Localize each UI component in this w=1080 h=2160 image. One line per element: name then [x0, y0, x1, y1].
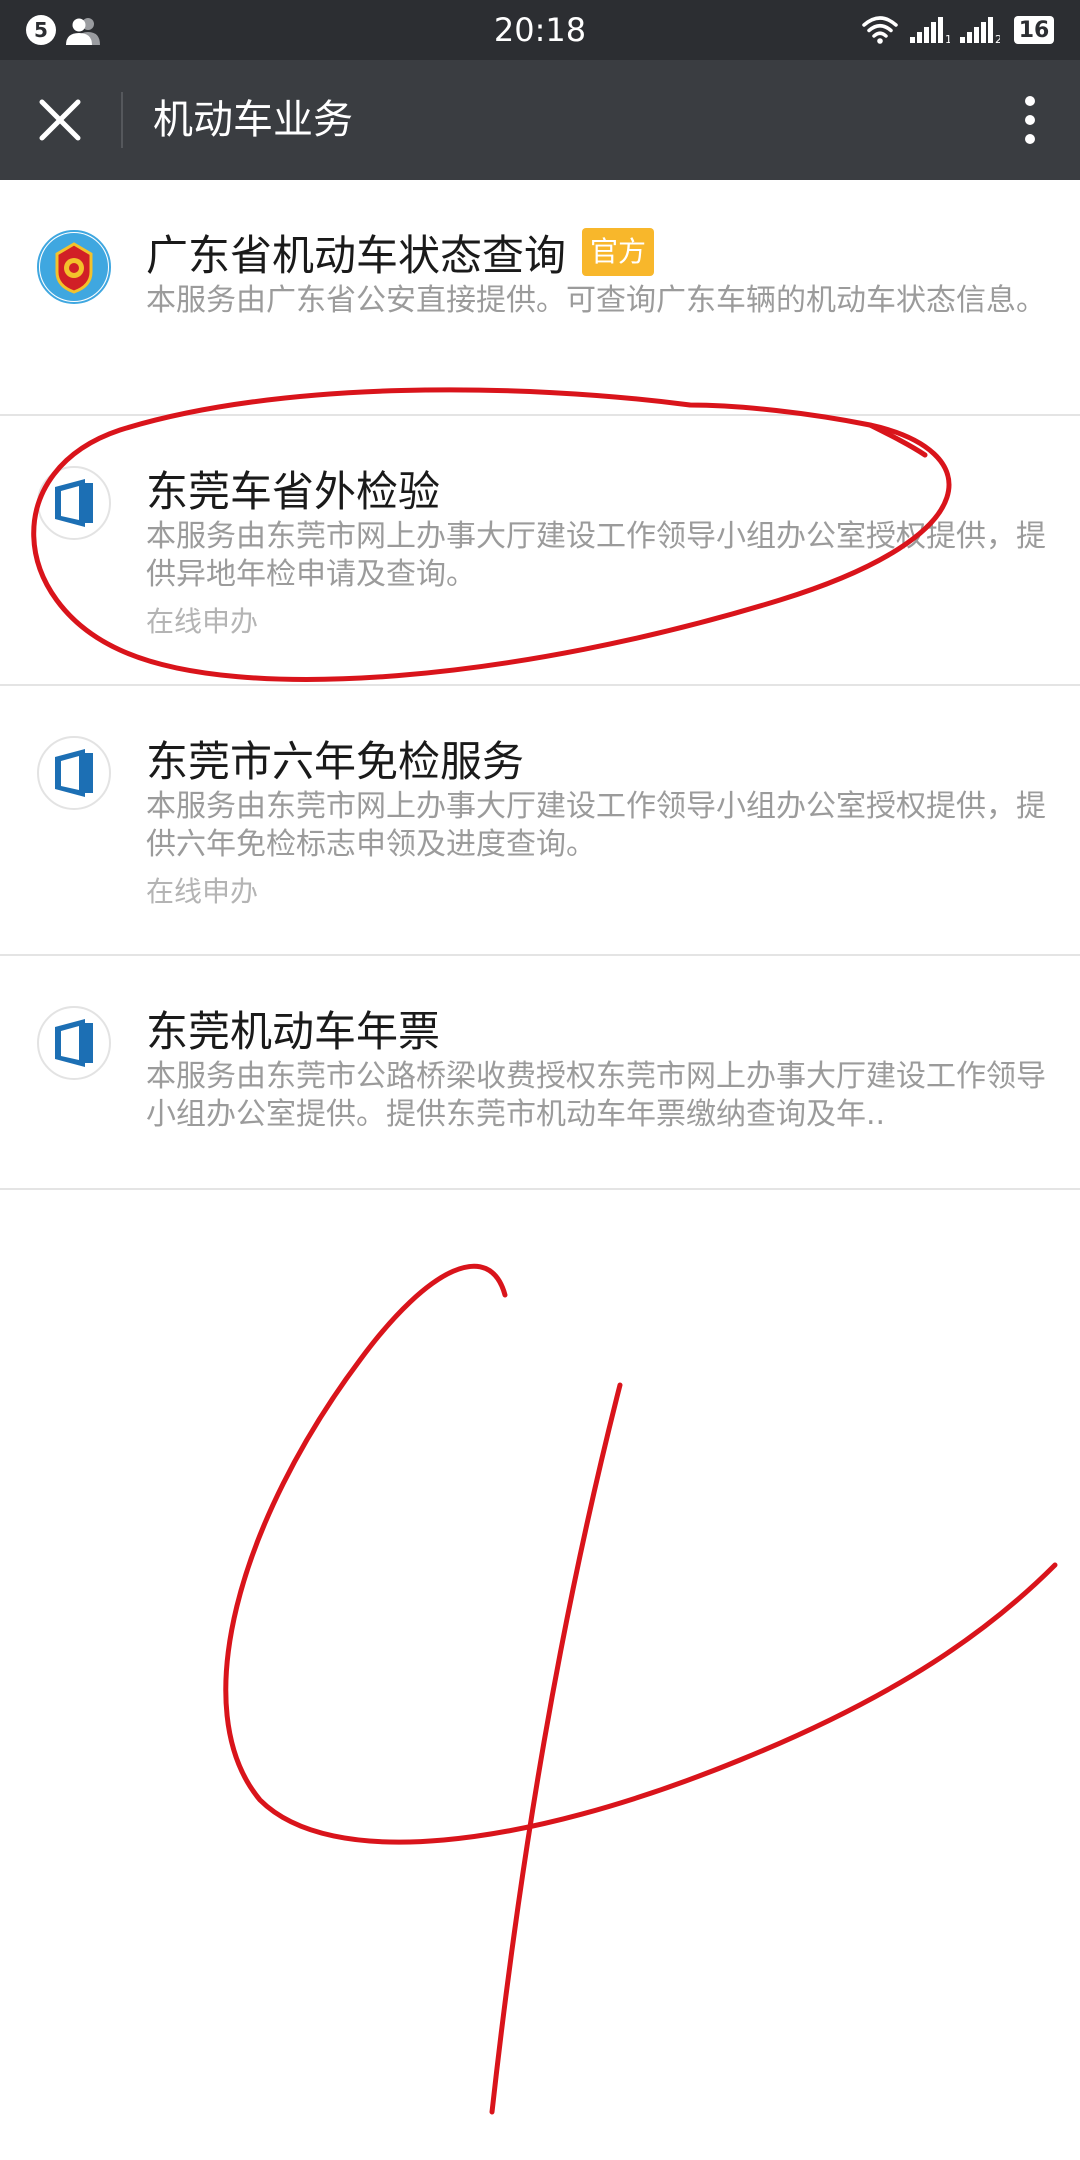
battery-indicator: 16	[1014, 16, 1054, 44]
annotation-number-stroke-loop	[223, 1263, 1058, 1845]
online-apply-label[interactable]: 在线申办	[146, 874, 1050, 910]
status-bar: 5 20:18 1 2 16	[0, 0, 1080, 60]
service-description: 本服务由东莞市网上办事大厅建设工作领导小组办公室授权提供，提供异地年检申请及查询…	[146, 519, 1046, 592]
signal-sim2-icon: 2	[960, 17, 1000, 45]
close-button[interactable]	[20, 80, 100, 160]
annotation-number-stroke-vertical	[489, 1382, 623, 2115]
status-right: 1 2 16	[862, 10, 1054, 50]
service-text: 东莞车省外检验 本服务由东莞市网上办事大厅建设工作领导小组办公室授权提供，提供异…	[146, 460, 1050, 640]
service-text: 广东省机动车状态查询 官方 本服务由广东省公安直接提供。可查询广东车辆的机动车状…	[146, 224, 1050, 320]
service-title: 广东省机动车状态查询	[146, 230, 567, 280]
service-description: 本服务由广东省公安直接提供。可查询广东车辆的机动车状态信息。	[146, 283, 1046, 318]
service-title: 东莞机动车年票	[146, 1006, 441, 1056]
list-item[interactable]: 东莞机动车年票 本服务由东莞市公路桥梁收费授权东莞市网上办事大厅建设工作领导小组…	[0, 956, 1080, 1190]
dongguan-portal-icon	[37, 736, 111, 810]
service-title: 东莞市六年免检服务	[146, 736, 525, 786]
service-title-row: 广东省机动车状态查询 官方	[146, 224, 1050, 280]
service-title-row: 东莞市六年免检服务	[146, 730, 1050, 786]
service-description: 本服务由东莞市网上办事大厅建设工作领导小组办公室授权提供，提供六年免检标志申领及…	[146, 789, 1046, 862]
signal-sim1-icon: 1	[910, 17, 950, 45]
service-title: 东莞车省外检验	[146, 466, 441, 516]
online-apply-label[interactable]: 在线申办	[146, 604, 1050, 640]
wifi-icon	[862, 16, 898, 44]
page-title: 机动车业务	[153, 97, 353, 143]
dongguan-portal-icon	[37, 466, 111, 540]
close-icon	[39, 99, 81, 141]
police-emblem-icon	[37, 230, 111, 304]
dongguan-portal-icon	[37, 1006, 111, 1080]
service-title-row: 东莞车省外检验	[146, 460, 1050, 516]
official-badge: 官方	[582, 228, 655, 276]
title-divider	[121, 92, 123, 148]
service-description: 本服务由东莞市公路桥梁收费授权东莞市网上办事大厅建设工作领导小组办公室提供。提供…	[146, 1059, 1046, 1132]
service-text: 东莞市六年免检服务 本服务由东莞市网上办事大厅建设工作领导小组办公室授权提供，提…	[146, 730, 1050, 910]
sim2-label: 2	[995, 33, 1000, 45]
more-menu-button[interactable]	[1000, 80, 1060, 160]
list-item[interactable]: 东莞车省外检验 本服务由东莞市网上办事大厅建设工作领导小组办公室授权提供，提供异…	[0, 416, 1080, 686]
service-list: 广东省机动车状态查询 官方 本服务由广东省公安直接提供。可查询广东车辆的机动车状…	[0, 180, 1080, 1190]
sim1-label: 1	[945, 33, 950, 45]
service-title-row: 东莞机动车年票	[146, 1000, 1050, 1056]
list-item[interactable]: 东莞市六年免检服务 本服务由东莞市网上办事大厅建设工作领导小组办公室授权提供，提…	[0, 686, 1080, 956]
service-text: 东莞机动车年票 本服务由东莞市公路桥梁收费授权东莞市网上办事大厅建设工作领导小组…	[146, 1000, 1050, 1134]
list-item[interactable]: 广东省机动车状态查询 官方 本服务由广东省公安直接提供。可查询广东车辆的机动车状…	[0, 180, 1080, 416]
more-vertical-icon	[1025, 96, 1035, 144]
title-bar: 机动车业务	[0, 60, 1080, 180]
